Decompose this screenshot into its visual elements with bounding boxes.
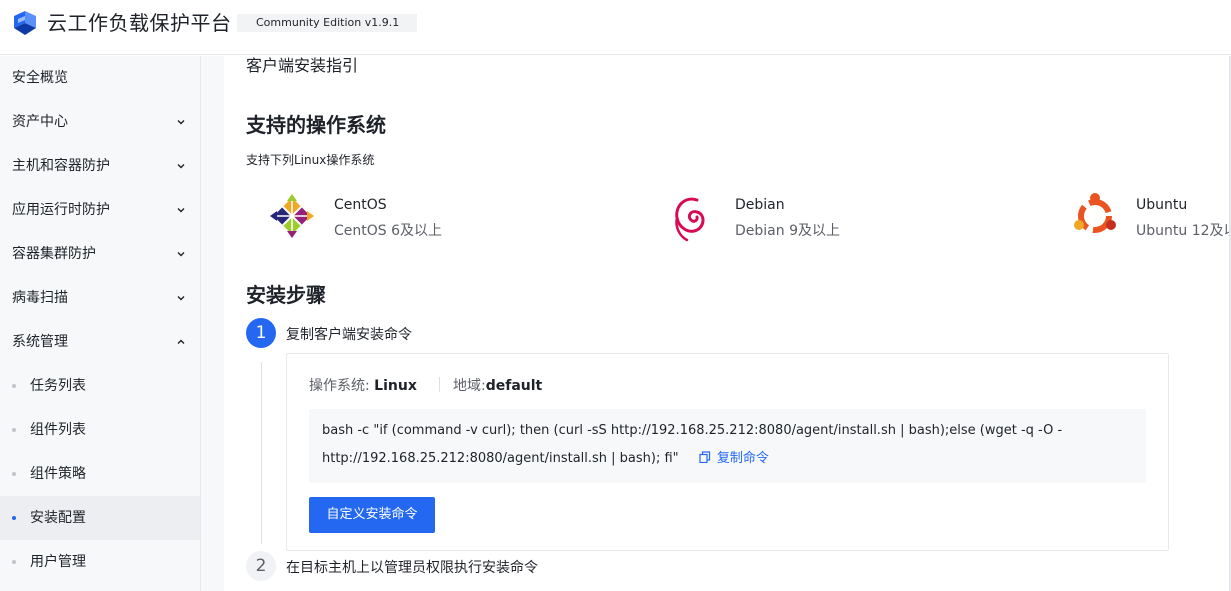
debian-logo-icon <box>675 197 705 242</box>
bullet-icon <box>12 560 16 564</box>
os-info: 操作系统: Linux <box>309 375 417 395</box>
sidebar-subitem-component-policy[interactable]: 组件策略 <box>0 452 200 496</box>
install-command-box[interactable]: bash -c "if (command -v curl); then (cur… <box>309 409 1146 483</box>
os-label: 操作系统: <box>309 378 375 394</box>
region-info: 地域:default <box>453 375 542 395</box>
copy-icon <box>699 451 710 463</box>
chevron-down-icon <box>177 164 185 169</box>
content-gutter <box>201 56 224 591</box>
chevron-down-icon <box>177 296 185 301</box>
region-label: 地域: <box>453 378 486 394</box>
sidebar-subitem-label: 组件策略 <box>30 466 86 482</box>
sidebar-item-label: 容器集群防护 <box>12 246 96 262</box>
platform-logo-icon <box>14 11 36 35</box>
step-connector <box>261 362 262 544</box>
os-desc-ubuntu: Ubuntu 12及以上 <box>1136 223 1229 239</box>
command-line-2: http://192.168.25.212:8080/agent/install… <box>322 451 679 466</box>
steps-section-heading: 安装步骤 <box>246 283 326 307</box>
sidebar-subitem-label: 安装配置 <box>30 510 86 526</box>
divider <box>439 377 440 392</box>
install-command-card: 操作系统: Linux 地域:default bash -c "if (comm… <box>286 353 1169 551</box>
region-value: default <box>485 378 543 394</box>
sidebar-subitem-install-config[interactable]: 安装配置 <box>0 496 200 540</box>
copy-command-button[interactable]: 复制命令 <box>699 451 769 466</box>
chevron-down-icon <box>177 208 185 213</box>
sidebar-subitem-components[interactable]: 组件列表 <box>0 408 200 452</box>
os-desc-centos: CentOS 6及以上 <box>334 223 443 239</box>
sidebar-item-system[interactable]: 系统管理 <box>0 320 200 364</box>
page-title: 客户端安装指引 <box>246 56 359 75</box>
main-content: 客户端安装指引 支持的操作系统 支持下列Linux操作系统 CentOS Cen… <box>224 56 1229 591</box>
top-bar: 云工作负载保护平台 Community Edition v1.9.1 <box>0 0 1231 55</box>
step-label-2: 在目标主机上以管理员权限执行安装命令 <box>286 560 538 576</box>
step-number-2: 2 <box>246 551 276 581</box>
bullet-icon <box>12 384 16 388</box>
step-number-1: 1 <box>246 318 276 348</box>
os-name-centos: CentOS <box>334 197 387 213</box>
os-name-ubuntu: Ubuntu <box>1136 197 1188 213</box>
os-name-debian: Debian <box>735 197 785 213</box>
custom-install-command-button[interactable]: 自定义安装命令 <box>309 497 435 533</box>
os-value: Linux <box>374 378 417 394</box>
sidebar-subitem-label: 任务列表 <box>30 378 86 394</box>
sidebar-subitem-tasks[interactable]: 任务列表 <box>0 364 200 408</box>
ubuntu-logo-icon <box>1074 193 1116 233</box>
sidebar-item-label: 资产中心 <box>12 114 68 130</box>
os-desc-debian: Debian 9及以上 <box>735 223 840 239</box>
centos-logo-icon <box>270 194 314 238</box>
sidebar-item-label: 应用运行时防护 <box>12 202 110 218</box>
sidebar-item-assets[interactable]: 资产中心 <box>0 100 200 144</box>
sidebar: 安全概览 资产中心 主机和容器防护 应用运行时防护 容器集群防护 病毒扫描 系统… <box>0 56 201 591</box>
app-title: 云工作负载保护平台 <box>47 11 232 35</box>
sidebar-item-virus-scan[interactable]: 病毒扫描 <box>0 276 200 320</box>
sidebar-item-label: 安全概览 <box>12 70 68 86</box>
chevron-up-icon <box>177 339 185 344</box>
version-badge: Community Edition v1.9.1 <box>237 14 418 32</box>
sidebar-subitem-users[interactable]: 用户管理 <box>0 540 200 584</box>
step-label-1: 复制客户端安装命令 <box>286 327 412 343</box>
sidebar-item-runtime[interactable]: 应用运行时防护 <box>0 188 200 232</box>
bullet-icon <box>12 472 16 476</box>
copy-command-label: 复制命令 <box>716 451 769 466</box>
bullet-icon <box>12 428 16 432</box>
sidebar-item-label: 系统管理 <box>12 334 68 350</box>
chevron-down-icon <box>177 252 185 257</box>
sidebar-item-label: 主机和容器防护 <box>12 158 110 174</box>
command-line-2-row: http://192.168.25.212:8080/agent/install… <box>322 445 1134 473</box>
sidebar-subitem-label: 组件列表 <box>30 422 86 438</box>
command-line-1: bash -c "if (command -v curl); then (cur… <box>322 423 1063 438</box>
sidebar-item-host-container[interactable]: 主机和容器防护 <box>0 144 200 188</box>
sidebar-item-overview[interactable]: 安全概览 <box>0 56 200 100</box>
chevron-down-icon <box>177 120 185 125</box>
sidebar-item-label: 病毒扫描 <box>12 290 68 306</box>
bullet-icon <box>12 516 16 520</box>
sidebar-item-cluster[interactable]: 容器集群防护 <box>0 232 200 276</box>
sidebar-subitem-label: 用户管理 <box>30 554 86 570</box>
os-section-subheading: 支持下列Linux操作系统 <box>246 153 375 167</box>
os-section-heading: 支持的操作系统 <box>246 113 386 137</box>
